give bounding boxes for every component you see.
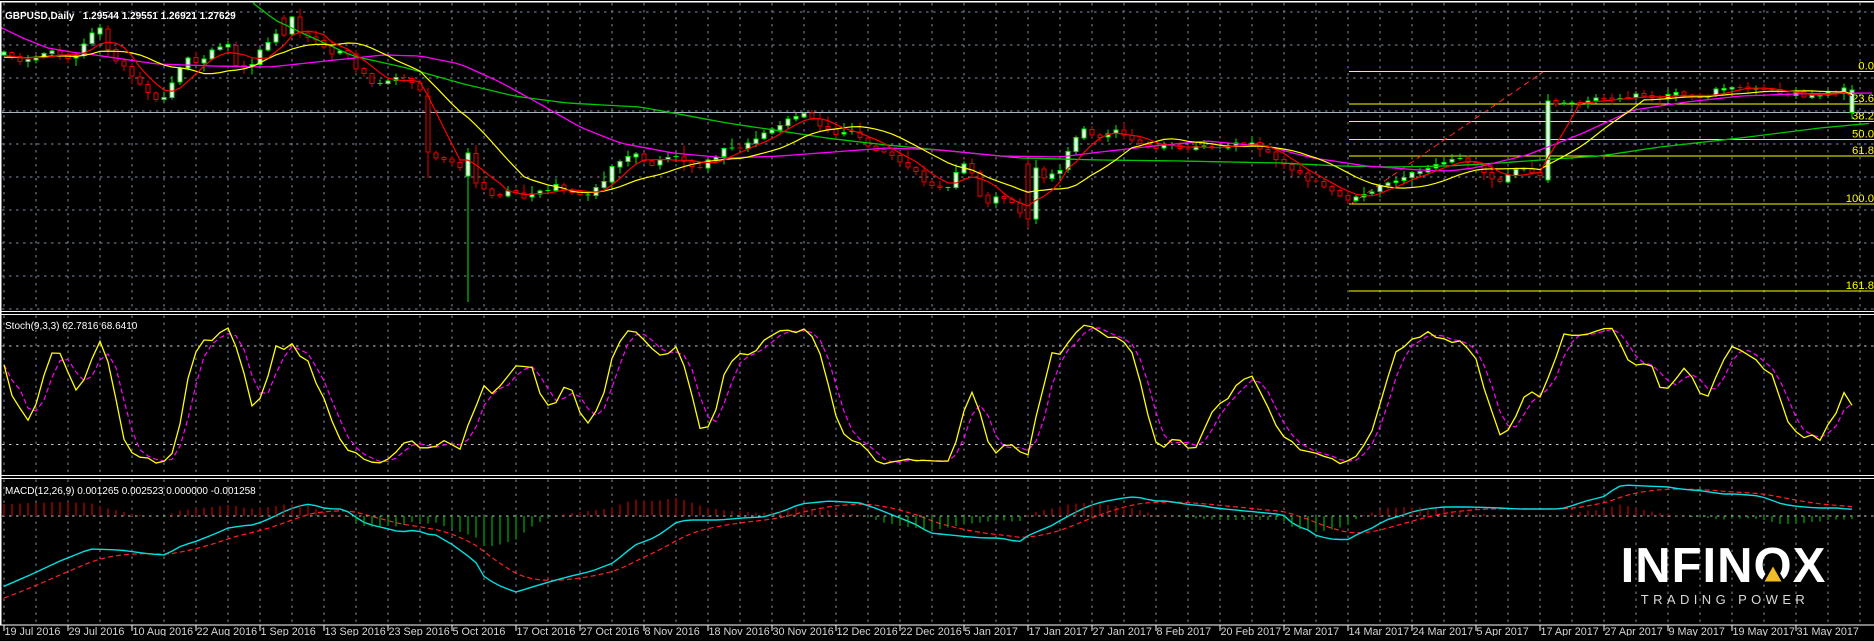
svg-text:100.0: 100.0 [1846,193,1874,205]
svg-text:GBPUSD,Daily 1.29544 1.29551: GBPUSD,Daily 1.29544 1.29551 1.26921 1.2… [5,11,236,22]
svg-text:23.6: 23.6 [1852,93,1874,105]
svg-text:27 Jan 2017: 27 Jan 2017 [1093,626,1152,636]
svg-text:14 Mar 2017: 14 Mar 2017 [1349,626,1410,636]
svg-text:10 Aug 2016: 10 Aug 2016 [133,626,194,636]
svg-text:23 Sep 2016: 23 Sep 2016 [389,626,450,636]
svg-text:61.8: 61.8 [1852,145,1874,157]
svg-text:27 Oct 2016: 27 Oct 2016 [581,626,640,636]
svg-text:2 Mar 2017: 2 Mar 2017 [1285,626,1340,636]
svg-text:22 Dec 2016: 22 Dec 2016 [901,626,962,636]
svg-text:9 May 2017: 9 May 2017 [1669,626,1725,636]
svg-text:30 Nov 2016: 30 Nov 2016 [773,626,834,636]
svg-text:Stoch(9,3,3) 62.7816 68.6410: Stoch(9,3,3) 62.7816 68.6410 [5,321,138,332]
svg-text:17 Apr 2017: 17 Apr 2017 [1541,626,1599,636]
svg-text:5 Oct 2016: 5 Oct 2016 [453,626,506,636]
svg-text:29 Jul 2016: 29 Jul 2016 [69,626,125,636]
svg-text:22 Aug 2016: 22 Aug 2016 [197,626,258,636]
svg-text:5 Jan 2017: 5 Jan 2017 [965,626,1018,636]
svg-text:24 Mar 2017: 24 Mar 2017 [1413,626,1474,636]
svg-text:0.0: 0.0 [1858,61,1874,73]
svg-text:13 Sep 2016: 13 Sep 2016 [325,626,386,636]
svg-text:19 May 2017: 19 May 2017 [1733,626,1795,636]
svg-text:INFINOX: INFINOX [1621,539,1827,593]
svg-text:19 Jul 2016: 19 Jul 2016 [5,626,61,636]
svg-text:12 Dec 2016: 12 Dec 2016 [837,626,898,636]
svg-text:5 Apr 2017: 5 Apr 2017 [1477,626,1529,636]
svg-text:31 May 2017: 31 May 2017 [1797,626,1859,636]
svg-text:8 Nov 2016: 8 Nov 2016 [645,626,700,636]
svg-text:MACD(12,26,9) 0.001265 0.00252: MACD(12,26,9) 0.001265 0.002523 0.000000… [5,486,256,497]
svg-text:27 Apr 2017: 27 Apr 2017 [1605,626,1663,636]
svg-text:8 Feb 2017: 8 Feb 2017 [1157,626,1212,636]
svg-text:TRADING POWER: TRADING POWER [1641,592,1809,607]
svg-text:20 Feb 2017: 20 Feb 2017 [1221,626,1282,636]
svg-text:18 Nov 2016: 18 Nov 2016 [709,626,770,636]
svg-text:161.8: 161.8 [1846,280,1874,292]
svg-text:17 Jan 2017: 17 Jan 2017 [1029,626,1088,636]
svg-text:50.0: 50.0 [1852,129,1874,141]
svg-text:1 Sep 2016: 1 Sep 2016 [261,626,316,636]
svg-text:17 Oct 2016: 17 Oct 2016 [517,626,576,636]
